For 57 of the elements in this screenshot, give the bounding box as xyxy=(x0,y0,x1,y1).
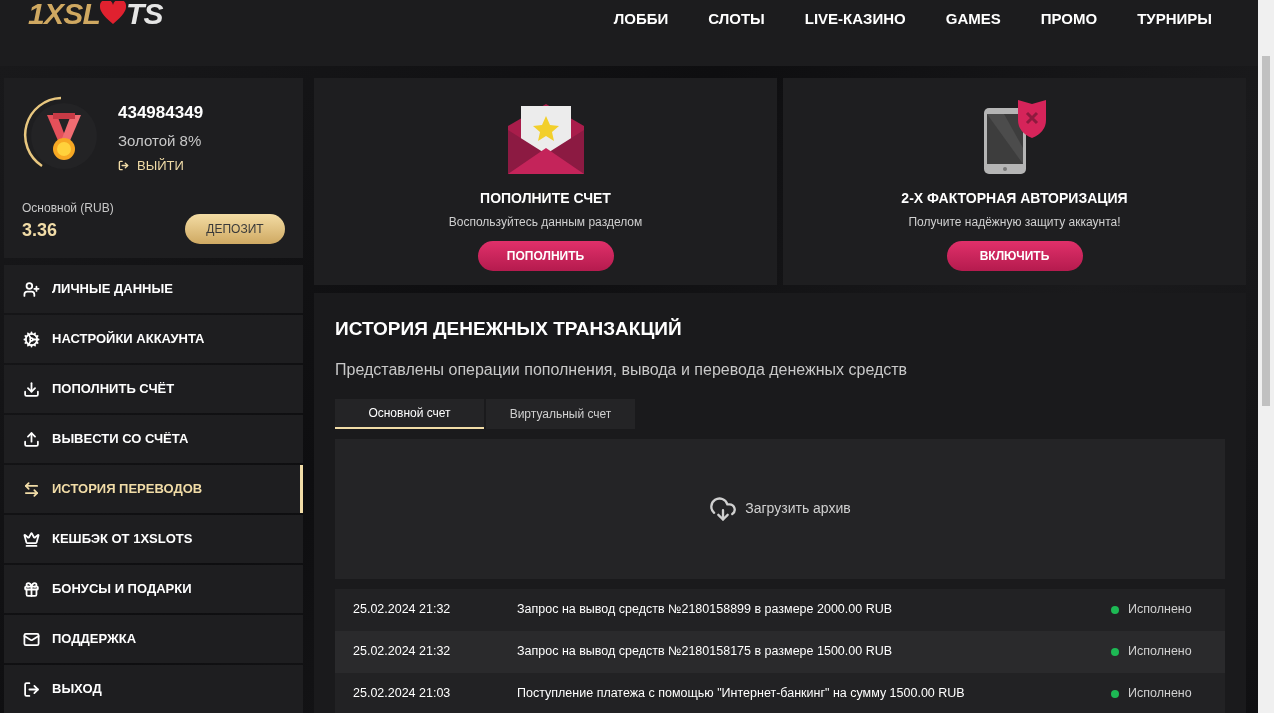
deposit-button[interactable]: ДЕПОЗИТ xyxy=(185,214,285,244)
nav-link[interactable]: СЛОТЫ xyxy=(708,8,765,31)
logout-link[interactable]: ВЫЙТИ xyxy=(118,156,204,176)
sidebar-item[interactable]: НАСТРОЙКИ АККАУНТА xyxy=(4,315,303,363)
sidebar-item[interactable]: ВЫВЕСТИ СО СЧЁТА xyxy=(4,415,303,463)
transaction-description: Поступление платежа с помощью "Интернет-банкинг" на сумму 1500.00 RUB xyxy=(517,685,966,703)
sidebar-item[interactable]: ЛИЧНЫЕ ДАННЫЕ xyxy=(4,265,303,313)
logout-icon xyxy=(118,160,129,172)
account-tab[interactable]: Основной счет xyxy=(335,398,484,429)
heart-icon xyxy=(100,1,127,25)
arrows-icon xyxy=(23,480,40,498)
sidebar-item[interactable]: ВЫХОД xyxy=(4,665,303,713)
promo-title: ПОПОЛНИТЕ СЧЕТ xyxy=(480,189,611,208)
logo[interactable]: 1XSL TS xyxy=(28,0,163,28)
scrollbar[interactable] xyxy=(1258,0,1274,713)
promo-title: 2-Х ФАКТОРНАЯ АВТОРИЗАЦИЯ xyxy=(901,189,1128,208)
gift-icon xyxy=(23,580,40,598)
crown-icon xyxy=(23,530,40,548)
upload-icon xyxy=(23,430,40,448)
nav-link[interactable]: ПРОМО xyxy=(1040,8,1098,31)
promo-button[interactable]: ПОПОЛНИТЬ xyxy=(477,241,614,271)
envelope-icon xyxy=(23,630,40,648)
sidebar-item[interactable]: ПОДДЕРЖКА xyxy=(4,615,303,663)
promo-text: Воспользуйтесь данным разделом xyxy=(448,214,643,231)
transaction-date: 25.02.2024 21:03 xyxy=(353,685,452,703)
transaction-description: Запрос на вывод средств №2180158899 в размере 2000.00 RUB xyxy=(517,601,894,619)
transaction-date: 25.02.2024 21:32 xyxy=(353,643,452,661)
nav-link[interactable]: LIVE-КАЗИНО xyxy=(804,8,906,31)
account-id: 434984349 xyxy=(118,102,204,124)
cloud-download-icon xyxy=(709,494,738,523)
balance-label: Основной (RUB) xyxy=(22,200,114,217)
balance-amount: 3.36 xyxy=(22,219,59,242)
user-plus-icon xyxy=(23,280,40,298)
account-tab[interactable]: Виртуальный счет xyxy=(486,398,635,429)
exit-icon xyxy=(23,680,40,698)
sidebar-item[interactable]: БОНУСЫ И ПОДАРКИ xyxy=(4,565,303,613)
history-subtitle: Представлены операции пополнения, вывода и перевода денежных средств xyxy=(335,359,909,380)
archive-button[interactable]: Загрузить архив xyxy=(709,494,851,523)
nav-link[interactable]: ЛОББИ xyxy=(613,8,669,31)
sidebar-item[interactable]: ИСТОРИЯ ПЕРЕВОДОВ xyxy=(4,465,303,513)
transaction-status: Исполнено xyxy=(1128,601,1192,619)
settings-icon xyxy=(23,330,40,348)
sidebar-item[interactable]: КЕШБЭК ОТ 1XSLOTS xyxy=(4,515,303,563)
status-level: Золотой 8% xyxy=(118,130,203,151)
download-icon xyxy=(23,380,40,398)
promo-button[interactable]: ВКЛЮЧИТЬ xyxy=(946,241,1083,271)
phone-shield-icon xyxy=(981,98,1048,174)
history-title: ИСТОРИЯ ДЕНЕЖНЫХ ТРАНЗАКЦИЙ xyxy=(335,317,683,341)
nav-link[interactable]: GAMES xyxy=(945,8,1001,31)
envelope-star-icon xyxy=(507,104,584,174)
promo-text: Получите надёжную защиту аккаунта! xyxy=(908,214,1121,231)
transaction-status: Исполнено xyxy=(1128,643,1192,661)
sidebar-item[interactable]: ПОПОЛНИТЬ СЧЁТ xyxy=(4,365,303,413)
nav-link[interactable]: ТУРНИРЫ xyxy=(1137,8,1212,31)
transaction-description: Запрос на вывод средств №2180158175 в размере 1500.00 RUB xyxy=(517,643,894,661)
transaction-status: Исполнено xyxy=(1128,685,1192,703)
transaction-date: 25.02.2024 21:32 xyxy=(353,601,452,619)
